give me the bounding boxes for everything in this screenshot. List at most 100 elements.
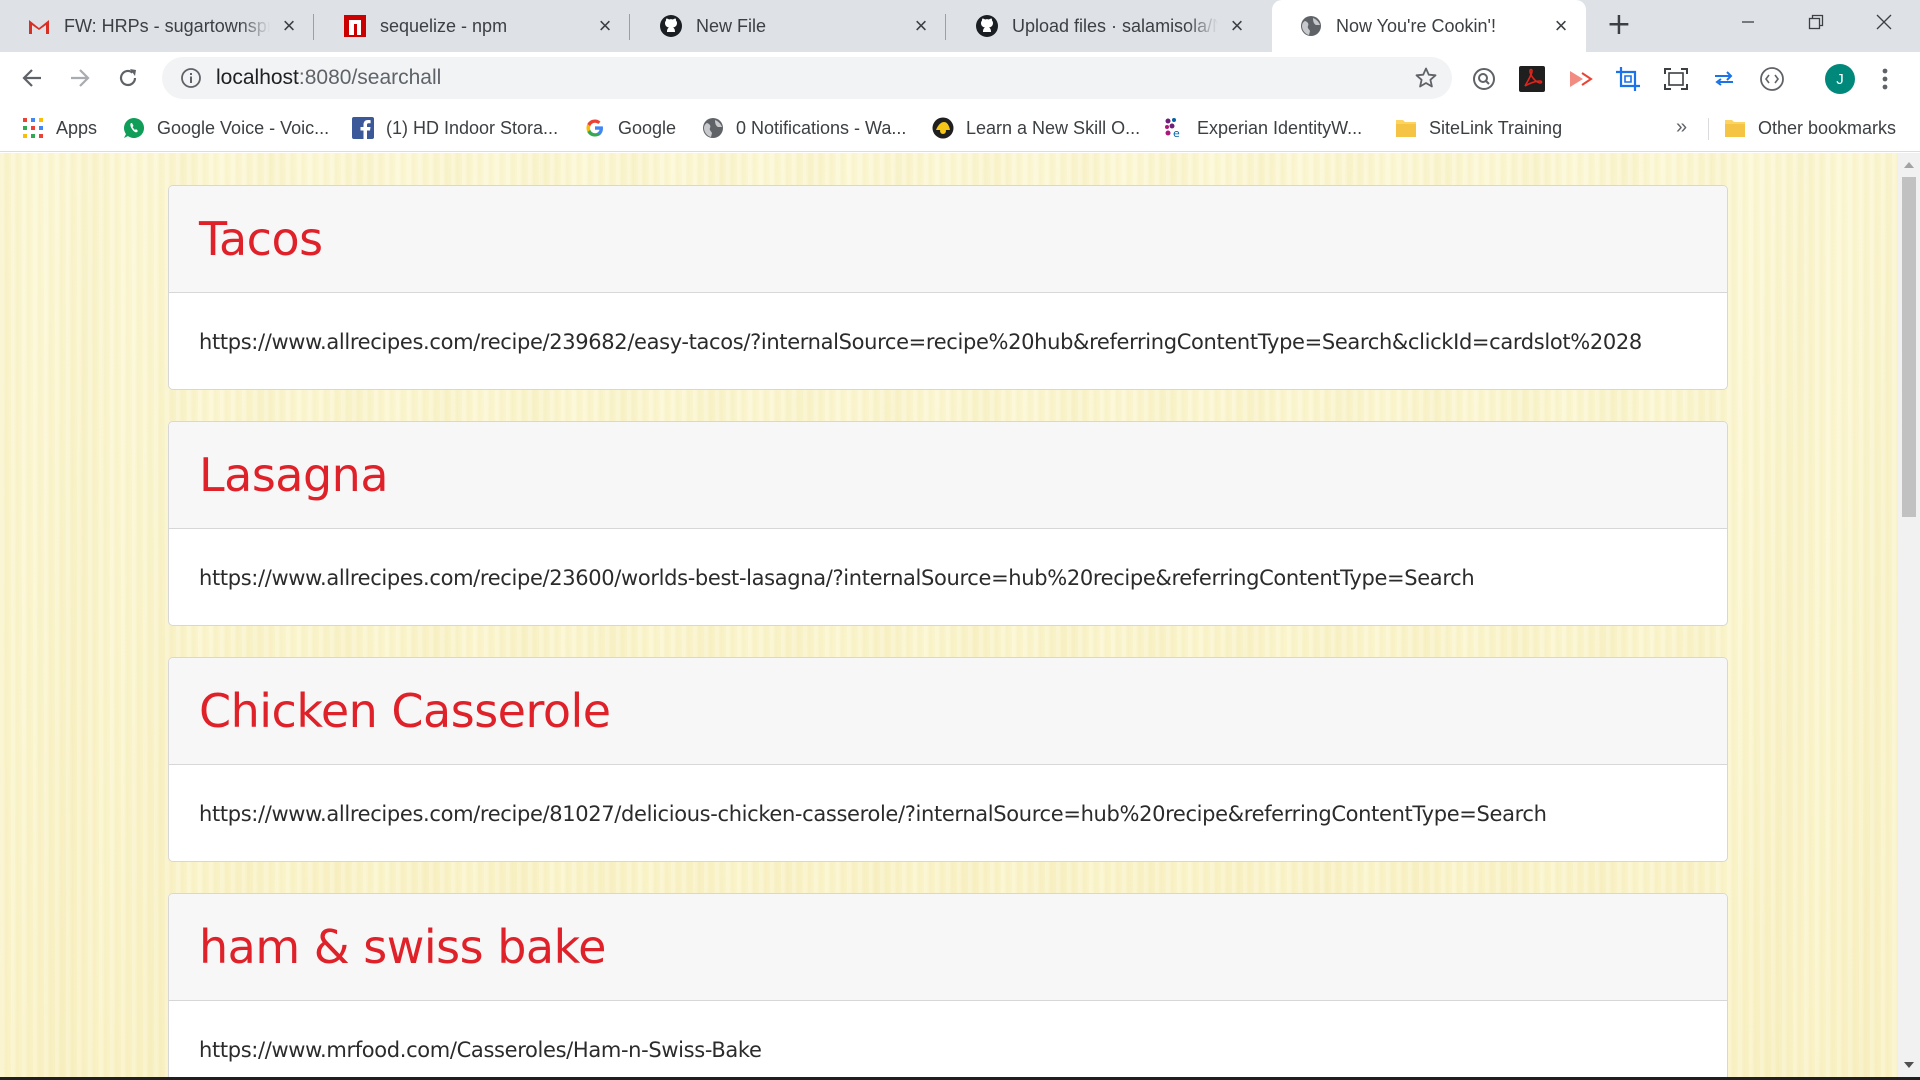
close-window-button[interactable] [1852, 0, 1916, 44]
apps-grid-icon [22, 117, 44, 139]
recipe-card-body: https://www.allrecipes.com/recipe/239682… [169, 293, 1727, 389]
code-extension-icon[interactable] [1759, 66, 1785, 92]
close-icon[interactable]: × [1226, 15, 1248, 37]
bookmark-label: Apps [56, 117, 98, 138]
recipe-url: https://www.allrecipes.com/recipe/23600/… [199, 565, 1475, 590]
recipe-card-header: ham & swiss bake [169, 894, 1727, 1001]
experian-icon: e [1163, 117, 1185, 139]
bookmark-google[interactable]: Google [584, 114, 676, 142]
menu-dots-icon[interactable] [1872, 66, 1898, 92]
folder-icon [1395, 117, 1417, 139]
close-icon[interactable]: × [910, 15, 932, 37]
close-icon[interactable]: × [594, 15, 616, 37]
bookmark-label: (1) HD Indoor Stora... [386, 117, 559, 138]
tab-upload-files[interactable]: Upload files · salamisola/No × [948, 0, 1262, 52]
forward-button[interactable] [62, 60, 98, 96]
back-button[interactable] [14, 60, 50, 96]
bookmark-experian[interactable]: e Experian IdentityW... [1163, 114, 1362, 142]
tab-separator [945, 14, 946, 40]
screencast-icon[interactable] [1567, 66, 1593, 92]
close-icon [1876, 14, 1892, 30]
reload-icon [119, 69, 137, 87]
restore-icon [1808, 14, 1824, 30]
tab-separator [629, 14, 630, 40]
url-host: localhost [216, 66, 299, 89]
folder-icon [1724, 117, 1746, 139]
recipe-card-header: Lasagna [169, 422, 1727, 529]
bookmarks-bar: Apps Google Voice - Voic... (1) HD Indoo… [0, 104, 1920, 152]
bookmark-learn-new-skill[interactable]: Learn a New Skill O... [932, 114, 1140, 142]
bookmark-sitelink-training[interactable]: SiteLink Training [1395, 114, 1562, 142]
acrobat-icon[interactable] [1519, 66, 1545, 92]
github-icon [660, 15, 682, 37]
bookmark-label: SiteLink Training [1429, 117, 1563, 138]
screenshot-icon[interactable] [1663, 66, 1689, 92]
recipe-list: Tacos https://www.allrecipes.com/recipe/… [168, 185, 1728, 1077]
tab-strip: FW: HRPs - sugartownsprings × sequelize … [0, 0, 1920, 52]
bookmark-hd-indoor-storage[interactable]: (1) HD Indoor Stora... [352, 114, 558, 142]
bookmark-google-voice[interactable]: Google Voice - Voic... [123, 114, 329, 142]
github-icon [976, 15, 998, 37]
scroll-down-arrow-icon[interactable] [1898, 1055, 1920, 1075]
star-icon[interactable] [1414, 66, 1438, 90]
zoom-extension-icon[interactable] [1471, 66, 1497, 92]
bookmark-notifications[interactable]: 0 Notifications - Wa... [702, 114, 906, 142]
minimize-button[interactable] [1716, 0, 1780, 44]
recipe-title: Lasagna [199, 448, 389, 502]
restore-button[interactable] [1784, 0, 1848, 44]
swap-arrows-icon[interactable] [1711, 66, 1737, 92]
recipe-card: Tacos https://www.allrecipes.com/recipe/… [168, 185, 1728, 390]
vertical-scrollbar[interactable] [1898, 153, 1920, 1077]
google-icon [584, 117, 606, 139]
npm-icon [344, 15, 366, 37]
crop-icon[interactable] [1615, 66, 1641, 92]
url-path: :8080/searchall [298, 66, 442, 89]
bookmark-label: Google Voice - Voic... [157, 117, 330, 138]
recipe-card-body: https://www.allrecipes.com/recipe/23600/… [169, 529, 1727, 625]
bookmark-other-bookmarks[interactable]: Other bookmarks [1724, 114, 1896, 142]
close-icon[interactable]: × [278, 15, 300, 37]
svg-text:e: e [1173, 127, 1180, 139]
recipe-card: ham & swiss bake https://www.mrfood.com/… [168, 893, 1728, 1077]
new-tab-button[interactable]: + [1603, 10, 1635, 42]
bookmark-apps[interactable]: Apps [22, 114, 97, 142]
profile-avatar[interactable]: J [1825, 64, 1855, 94]
info-icon[interactable] [180, 67, 202, 89]
bookmark-label: Other bookmarks [1758, 117, 1897, 138]
recipe-title: Chicken Casserole [199, 684, 611, 738]
bookmark-label: 0 Notifications - Wa... [736, 117, 907, 138]
recipe-card-header: Tacos [169, 186, 1727, 293]
facebook-icon [352, 117, 374, 139]
bookmark-label: Learn a New Skill O... [966, 117, 1141, 138]
scrollbar-thumb[interactable] [1902, 177, 1916, 517]
recipe-url: https://www.allrecipes.com/recipe/239682… [199, 329, 1642, 354]
close-icon[interactable]: × [1550, 15, 1572, 37]
tab-gmail[interactable]: FW: HRPs - sugartownsprings × [0, 0, 314, 52]
gmail-icon [28, 15, 50, 37]
bookmark-label: Google [618, 117, 677, 138]
tab-title: Now You're Cookin'! [1336, 15, 1496, 36]
recipe-card: Chicken Casserole https://www.allrecipes… [168, 657, 1728, 862]
lynda-icon [932, 117, 954, 139]
recipe-card-header: Chicken Casserole [169, 658, 1727, 765]
google-voice-icon [123, 117, 145, 139]
tab-separator [313, 14, 314, 40]
tab-new-file[interactable]: New File × [632, 0, 946, 52]
tab-sequelize-npm[interactable]: sequelize - npm × [316, 0, 630, 52]
tab-title: FW: HRPs - sugartownsprings [64, 15, 270, 36]
page-content: Tacos https://www.allrecipes.com/recipe/… [0, 153, 1898, 1077]
minimize-icon [1742, 21, 1754, 23]
tab-title: Upload files · salamisola/No [1012, 15, 1218, 36]
address-bar[interactable]: localhost:8080/searchall [162, 57, 1452, 99]
browser-toolbar: localhost:8080/searchall J [0, 52, 1920, 104]
scroll-up-arrow-icon[interactable] [1898, 155, 1920, 175]
recipe-card-body: https://www.allrecipes.com/recipe/81027/… [169, 765, 1727, 861]
arrow-right-icon [71, 69, 90, 87]
reload-button[interactable] [110, 60, 146, 96]
tab-now-youre-cookin[interactable]: Now You're Cookin'! × [1272, 0, 1586, 52]
more-bookmarks-button[interactable]: » [1676, 116, 1687, 139]
recipe-url: https://www.mrfood.com/Casseroles/Ham-n-… [199, 1037, 762, 1062]
recipe-card-body: https://www.mrfood.com/Casseroles/Ham-n-… [169, 1001, 1727, 1077]
recipe-title: ham & swiss bake [199, 920, 606, 974]
tab-title: New File [696, 15, 767, 36]
